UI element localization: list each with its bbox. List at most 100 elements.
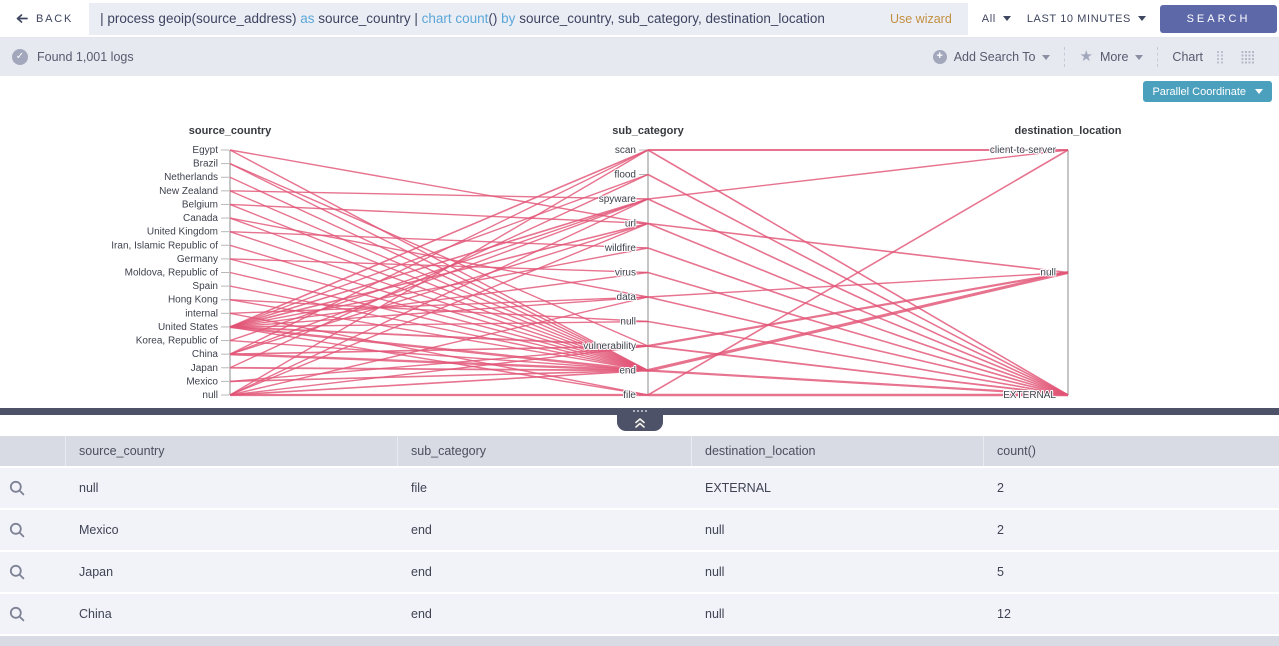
table-cell: end [398,523,692,537]
svg-text:United States: United States [158,322,218,333]
more-label: More [1100,50,1128,64]
table-cell: null [692,607,984,621]
scope-dropdown[interactable]: All [982,13,1011,25]
svg-text:vulnerability: vulnerability [583,341,636,352]
svg-text:Mexico: Mexico [186,376,218,387]
header-cell-sub-category[interactable]: sub_category [398,436,692,466]
table-cell: China [66,607,398,621]
svg-text:China: China [192,349,219,360]
svg-text:Moldova, Republic of: Moldova, Republic of [125,268,219,279]
use-wizard-link[interactable]: Use wizard [876,12,958,26]
table-cell: 2 [984,481,1279,495]
more-dropdown[interactable]: ★ More [1064,47,1157,67]
table-cell: 5 [984,565,1279,579]
row-zoom-button[interactable] [0,480,66,496]
svg-text:null: null [1040,268,1056,279]
back-label: BACK [36,13,73,25]
add-search-to-dropdown[interactable]: + Add Search To [919,47,1065,67]
splitter-grip-dots-icon [633,410,647,412]
header-cell-count[interactable]: count() [984,436,1279,466]
chart-area: source_countryEgyptBrazilNetherlandsNew … [0,76,1279,408]
svg-text:scan: scan [615,145,636,156]
chart-grid-view-icon[interactable] [1241,50,1255,64]
chart-view-toggle-group: Chart [1157,47,1269,67]
svg-text:Egypt: Egypt [192,145,218,156]
chart-type-dropdown[interactable]: Parallel Coordinate [1143,81,1272,102]
row-zoom-button[interactable] [0,522,66,538]
query-text: | process geoip(source_address) as sourc… [100,11,876,26]
chevron-down-icon [1135,55,1143,60]
search-result-status: ✓ Found 1,001 logs [12,49,134,65]
panel-splitter[interactable] [0,408,1279,415]
status-bar: ✓ Found 1,001 logs + Add Search To ★ Mor… [0,38,1279,76]
header-cell-source-country[interactable]: source_country [66,436,398,466]
next-row-edge [0,636,1279,646]
svg-text:Belgium: Belgium [182,199,218,210]
svg-text:New Zealand: New Zealand [159,186,218,197]
svg-text:spyware: spyware [599,194,637,205]
table-cell: file [398,481,692,495]
row-zoom-button[interactable] [0,564,66,580]
svg-text:null: null [620,317,636,328]
svg-text:destination_location: destination_location [1015,125,1122,137]
svg-text:file: file [623,390,636,401]
svg-text:virus: virus [615,268,636,279]
table-row: Mexicoendnull2 [0,510,1279,550]
double-chevron-up-icon [633,417,647,429]
table-cell: 2 [984,523,1279,537]
scope-label: All [982,13,996,25]
table-cell: Japan [66,565,398,579]
svg-text:end: end [619,366,636,377]
svg-text:Iran, Islamic Republic of: Iran, Islamic Republic of [111,240,218,251]
chevron-down-icon [1042,55,1050,60]
svg-text:Japan: Japan [191,363,218,374]
svg-text:source_country: source_country [189,125,272,137]
header-cell-destination-location[interactable]: destination_location [692,436,984,466]
magnifier-icon [9,564,25,580]
svg-text:Germany: Germany [177,254,218,265]
chevron-down-icon [1138,16,1146,21]
svg-text:United Kingdom: United Kingdom [147,227,218,238]
time-range-dropdown[interactable]: LAST 10 MINUTES [1027,13,1146,25]
svg-text:flood: flood [614,170,636,181]
time-range-label: LAST 10 MINUTES [1027,13,1131,25]
svg-text:Hong Kong: Hong Kong [168,295,218,306]
svg-text:wildfire: wildfire [604,243,637,254]
top-bar: BACK | process geoip(source_address) as … [0,0,1279,38]
table-row: Chinaendnull12 [0,594,1279,634]
svg-text:Korea, Republic of: Korea, Republic of [136,336,218,347]
svg-text:data: data [617,292,637,303]
svg-text:null: null [202,390,218,401]
table-cell: null [692,523,984,537]
plus-circle-icon: + [933,50,947,64]
back-button[interactable]: BACK [0,0,89,37]
chart-type-label: Parallel Coordinate [1152,86,1246,98]
add-search-to-label: Add Search To [954,50,1036,64]
star-icon: ★ [1079,50,1092,64]
collapse-panel-button[interactable] [617,415,663,431]
table-cell: null [692,565,984,579]
svg-text:url: url [625,219,636,230]
chart-label: Chart [1172,50,1203,64]
magnifier-icon [9,480,25,496]
table-row: nullfileEXTERNAL2 [0,468,1279,508]
magnifier-icon [9,522,25,538]
back-arrow-icon [14,13,28,24]
row-zoom-button[interactable] [0,606,66,622]
chevron-down-icon [1255,89,1263,94]
svg-text:EXTERNAL: EXTERNAL [1003,390,1056,401]
table-cell: 12 [984,607,1279,621]
svg-text:Spain: Spain [192,281,218,292]
table-cell: end [398,607,692,621]
magnifier-icon [9,606,25,622]
svg-text:Netherlands: Netherlands [164,172,218,183]
search-button[interactable]: SEARCH [1160,5,1277,33]
table-cell: EXTERNAL [692,481,984,495]
chart-columns-view-icon[interactable] [1215,50,1229,64]
table-cell: end [398,565,692,579]
found-logs-text: Found 1,001 logs [37,50,134,64]
search-query-input[interactable]: | process geoip(source_address) as sourc… [89,3,968,35]
results-table: source_country sub_category destination_… [0,436,1279,634]
parallel-coordinates-chart[interactable]: source_countryEgyptBrazilNetherlandsNew … [0,76,1279,408]
header-cell-zoom [0,436,66,466]
